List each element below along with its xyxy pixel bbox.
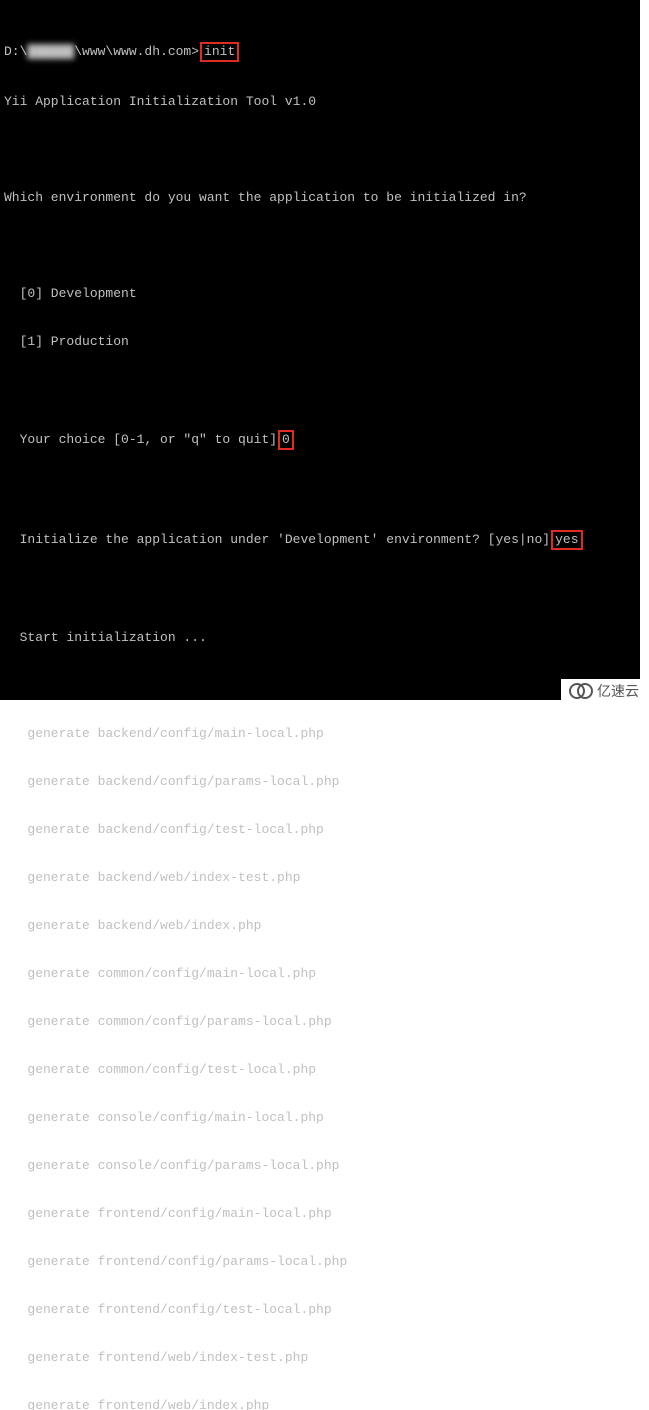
generate-line: generate common/config/main-local.php	[4, 966, 636, 982]
blank-line	[4, 142, 636, 158]
generate-line: generate backend/config/params-local.php	[4, 774, 636, 790]
blurred-path: ██████	[27, 44, 74, 60]
generate-line: generate common/config/test-local.php	[4, 1062, 636, 1078]
command-highlight: init	[200, 42, 239, 62]
generate-line: generate frontend/web/index-test.php	[4, 1350, 636, 1366]
confirm-answer-highlight: yes	[551, 530, 582, 550]
generate-line: generate frontend/config/params-local.ph…	[4, 1254, 636, 1270]
generate-line: generate console/config/main-local.php	[4, 1110, 636, 1126]
generate-line: generate frontend/web/index.php	[4, 1398, 636, 1410]
generate-line: generate common/config/params-local.php	[4, 1014, 636, 1030]
blank-line	[4, 238, 636, 254]
generate-line: generate frontend/config/main-local.php	[4, 1206, 636, 1222]
command-prompt-line: D:\██████\www\www.dh.com>init	[4, 42, 636, 62]
option-development: [0] Development	[4, 286, 636, 302]
terminal-window[interactable]: D:\██████\www\www.dh.com>init Yii Applic…	[0, 0, 640, 700]
blank-line	[4, 382, 636, 398]
watermark: 亿速云	[561, 679, 647, 703]
generate-line: generate console/config/params-local.php	[4, 1158, 636, 1174]
blank-line	[4, 678, 636, 694]
generate-line: generate backend/web/index-test.php	[4, 870, 636, 886]
generate-line: generate frontend/config/test-local.php	[4, 1302, 636, 1318]
choice-prompt: Your choice [0-1, or "q" to quit]	[4, 432, 277, 448]
generate-line: generate backend/web/index.php	[4, 918, 636, 934]
confirm-line: Initialize the application under 'Develo…	[4, 530, 636, 550]
choice-line: Your choice [0-1, or "q" to quit] 0	[4, 430, 636, 450]
choice-answer-highlight: 0	[278, 430, 294, 450]
watermark-text: 亿速云	[597, 681, 639, 701]
start-message: Start initialization ...	[4, 630, 636, 646]
generate-line: generate backend/config/main-local.php	[4, 726, 636, 742]
blank-line	[4, 482, 636, 498]
confirm-prompt: Initialize the application under 'Develo…	[4, 532, 550, 548]
tool-header: Yii Application Initialization Tool v1.0	[4, 94, 636, 110]
path-suffix: \www\www.dh.com>	[74, 44, 199, 60]
generate-line: generate backend/config/test-local.php	[4, 822, 636, 838]
watermark-logo-icon	[569, 683, 593, 699]
drive-letter: D:\	[4, 44, 27, 60]
option-production: [1] Production	[4, 334, 636, 350]
env-question: Which environment do you want the applic…	[4, 190, 636, 206]
blank-line	[4, 582, 636, 598]
